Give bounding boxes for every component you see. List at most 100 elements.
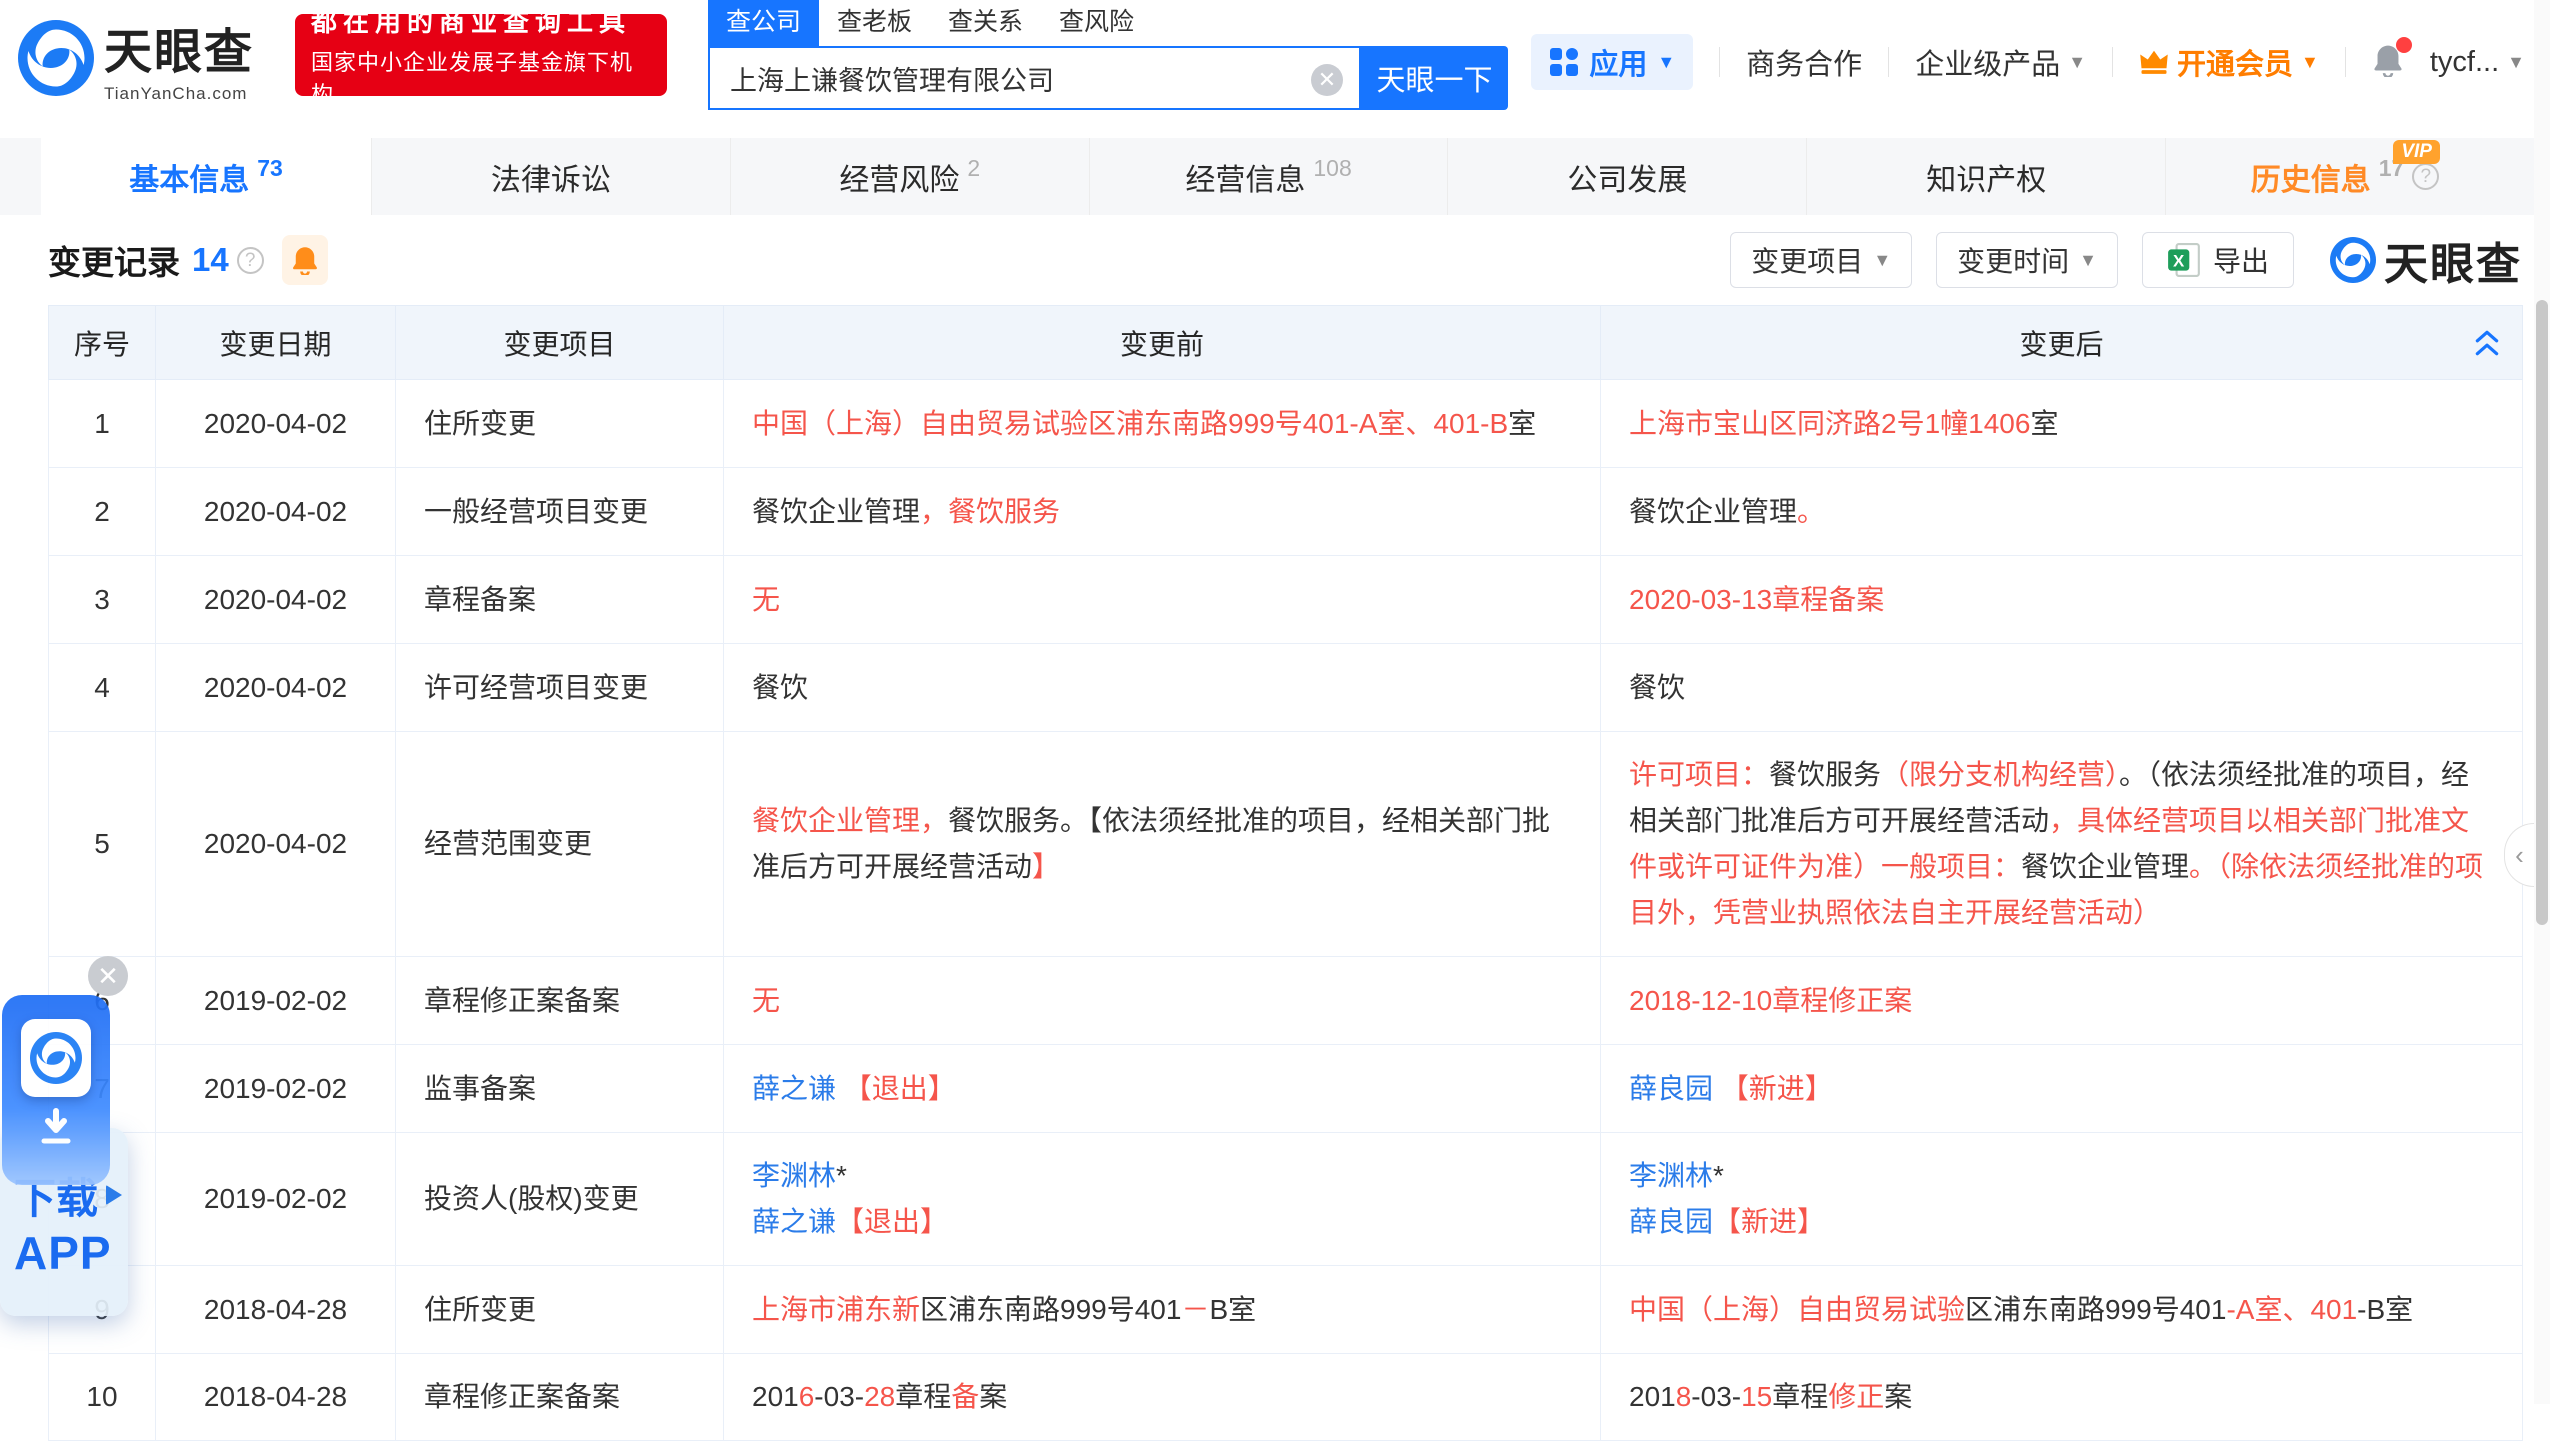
change-text-cell: 李渊林*薛之谦【退出】 bbox=[724, 1133, 1601, 1266]
filter-change-item-dropdown[interactable]: 变更项目 ▼ bbox=[1730, 232, 1912, 288]
change-text-segment: 201 bbox=[752, 1381, 799, 1412]
open-membership-menu[interactable]: 开通会员 ▼ bbox=[2139, 41, 2319, 83]
download-app-card[interactable] bbox=[2, 995, 110, 1185]
change-text-segment: 餐饮企业管理， bbox=[752, 805, 948, 836]
person-link[interactable]: 薛之谦 bbox=[752, 1073, 836, 1104]
row-number: 3 bbox=[49, 556, 156, 644]
section-count: 14 bbox=[192, 241, 229, 279]
change-text-segment: 室 bbox=[1508, 408, 1536, 439]
change-text-cell: 餐饮企业管理，餐饮服务 bbox=[724, 468, 1601, 556]
clear-search-icon[interactable]: ✕ bbox=[1311, 64, 1343, 96]
slogan-line1: 都在用的商业查询工具 bbox=[311, 2, 651, 39]
change-item: 许可经营项目变更 bbox=[396, 644, 724, 732]
change-text-segment: 备 bbox=[951, 1381, 979, 1412]
person-link[interactable]: 薛良园 bbox=[1629, 1073, 1713, 1104]
app-tile bbox=[21, 1019, 91, 1097]
search-tab[interactable]: 查公司 bbox=[708, 0, 819, 46]
tianyancha-logo[interactable]: 天眼查 TianYanCha.com bbox=[18, 12, 254, 104]
change-item: 住所变更 bbox=[396, 380, 724, 468]
tab-法律诉讼[interactable]: 法律诉讼 bbox=[371, 138, 730, 215]
tab-label: 经营信息 bbox=[1185, 155, 1305, 199]
chevron-down-icon: ▼ bbox=[2507, 52, 2525, 73]
business-cooperation-label: 商务合作 bbox=[1746, 41, 1862, 83]
collapse-table-icon[interactable] bbox=[2474, 328, 2500, 358]
company-section-tabs: 基本信息73法律诉讼经营风险2 经营信息 108 公司发展知识产权历史信息17?VIP bbox=[0, 138, 2550, 215]
enterprise-products-label: 企业级产品 bbox=[1915, 41, 2060, 83]
change-item: 经营范围变更 bbox=[396, 732, 724, 957]
change-text-segment: 餐饮服务 bbox=[1769, 759, 1881, 790]
help-icon[interactable]: ? bbox=[237, 247, 264, 274]
change-text-segment: 2020-03-13章程备案 bbox=[1629, 584, 1884, 615]
change-text-segment: 【退出】 bbox=[836, 1206, 948, 1237]
user-account-menu[interactable]: tycf... ▼ bbox=[2430, 46, 2525, 79]
apps-grid-icon bbox=[1549, 47, 1579, 77]
change-item: 住所变更 bbox=[396, 1266, 724, 1354]
search-tab[interactable]: 查老板 bbox=[819, 0, 930, 46]
tab-知识产权[interactable]: 知识产权 bbox=[1806, 138, 2165, 215]
search-type-tabs: 查公司查老板查关系查风险 bbox=[708, 0, 1508, 46]
change-text-segment: 餐饮 bbox=[752, 672, 808, 703]
change-text-segment: 餐饮企业管理 bbox=[1629, 496, 1797, 527]
close-icon[interactable]: ✕ bbox=[88, 956, 128, 996]
apps-menu[interactable]: 应用 ▼ bbox=[1531, 34, 1693, 90]
tab-基本信息[interactable]: 基本信息73 bbox=[41, 138, 371, 215]
change-records-table: 序号变更日期变更项目变更前变更后 12020-04-02住所变更中国（上海）自由… bbox=[48, 305, 2522, 1441]
search-input[interactable] bbox=[710, 63, 1280, 94]
person-link[interactable]: 薛之谦 bbox=[752, 1206, 836, 1237]
chevron-down-icon: ▼ bbox=[2079, 250, 2097, 271]
tyc-swirl-icon bbox=[30, 1032, 82, 1084]
tab-经营信息[interactable]: 经营信息 108 bbox=[1089, 138, 1448, 215]
business-cooperation-link[interactable]: 商务合作 bbox=[1746, 41, 1862, 83]
table-row: 62019-02-02章程修正案备案无2018-12-10章程修正案 bbox=[49, 957, 2523, 1045]
person-link[interactable]: 薛良园 bbox=[1629, 1206, 1713, 1237]
change-text-cell: 2016-03-28章程备案 bbox=[724, 1354, 1601, 1441]
change-date: 2019-02-02 bbox=[156, 957, 396, 1045]
section-title: 变更记录 bbox=[48, 236, 180, 284]
person-link[interactable]: 李渊林 bbox=[1629, 1160, 1713, 1191]
change-text-segment: 无 bbox=[752, 985, 780, 1016]
change-text-cell: 餐饮企业管理，餐饮服务。【依法须经批准的项目，经相关部门批准后方可开展经营活动】 bbox=[724, 732, 1601, 957]
change-text-segment: 【退出】 bbox=[836, 1073, 956, 1104]
export-button[interactable]: X 导出 bbox=[2142, 232, 2294, 288]
slogan-line2: 国家中小企业发展子基金旗下机构 bbox=[311, 45, 651, 109]
row-number: 5 bbox=[49, 732, 156, 957]
change-date: 2018-04-28 bbox=[156, 1266, 396, 1354]
tab-公司发展[interactable]: 公司发展 bbox=[1447, 138, 1806, 215]
change-text-cell: 餐饮 bbox=[1601, 644, 2523, 732]
search-button[interactable]: 天眼一下 bbox=[1361, 46, 1508, 110]
enterprise-products-menu[interactable]: 企业级产品 ▼ bbox=[1915, 41, 2086, 83]
row-number: 1 bbox=[49, 380, 156, 468]
change-text-segment: 上海市宝山区同济路2号1幢1406 bbox=[1629, 408, 2030, 439]
help-icon[interactable]: ? bbox=[2412, 163, 2439, 190]
tab-label: 历史信息 bbox=[2251, 155, 2371, 199]
tab-count-badge: 108 bbox=[1313, 155, 1351, 182]
column-header: 变更项目 bbox=[396, 306, 724, 380]
change-text-cell: 许可项目：餐饮服务（限分支机构经营）。（依法须经批准的项目，经相关部门批准后方可… bbox=[1601, 732, 2523, 957]
table-row: 42020-04-02许可经营项目变更餐饮餐饮 bbox=[49, 644, 2523, 732]
search-tab[interactable]: 查风险 bbox=[1041, 0, 1152, 46]
follow-changes-bell-button[interactable] bbox=[282, 235, 328, 285]
change-text-cell: 餐饮 bbox=[724, 644, 1601, 732]
change-text-segment: － bbox=[1181, 1294, 1209, 1325]
column-header: 变更日期 bbox=[156, 306, 396, 380]
person-link[interactable]: 李渊林 bbox=[752, 1160, 836, 1191]
search-tab[interactable]: 查关系 bbox=[930, 0, 1041, 46]
filter-change-time-dropdown[interactable]: 变更时间 ▼ bbox=[1936, 232, 2118, 288]
change-text-cell: 上海市宝山区同济路2号1幢1406室 bbox=[1601, 380, 2523, 468]
tab-经营风险[interactable]: 经营风险2 bbox=[730, 138, 1089, 215]
divider bbox=[1719, 47, 1720, 77]
change-text-segment: （限分支机构经营） bbox=[1881, 759, 2119, 790]
download-arrow-icon bbox=[36, 1107, 76, 1147]
divider bbox=[2345, 47, 2346, 77]
tab-历史信息[interactable]: 历史信息17?VIP bbox=[2165, 138, 2524, 215]
excel-icon: X bbox=[2167, 242, 2201, 278]
notifications-bell[interactable] bbox=[2372, 43, 2404, 82]
change-item: 投资人(股权)变更 bbox=[396, 1133, 724, 1266]
bell-icon bbox=[291, 245, 319, 275]
scrollbar-thumb[interactable] bbox=[2536, 300, 2548, 925]
top-header: 天眼查 TianYanCha.com 都在用的商业查询工具 国家中小企业发展子基… bbox=[0, 0, 2550, 126]
change-date: 2018-04-28 bbox=[156, 1354, 396, 1441]
column-header: 序号 bbox=[49, 306, 156, 380]
change-text-cell: 李渊林*薛良园【新进】 bbox=[1601, 1133, 2523, 1266]
change-text-segment: 案 bbox=[1884, 1381, 1912, 1412]
